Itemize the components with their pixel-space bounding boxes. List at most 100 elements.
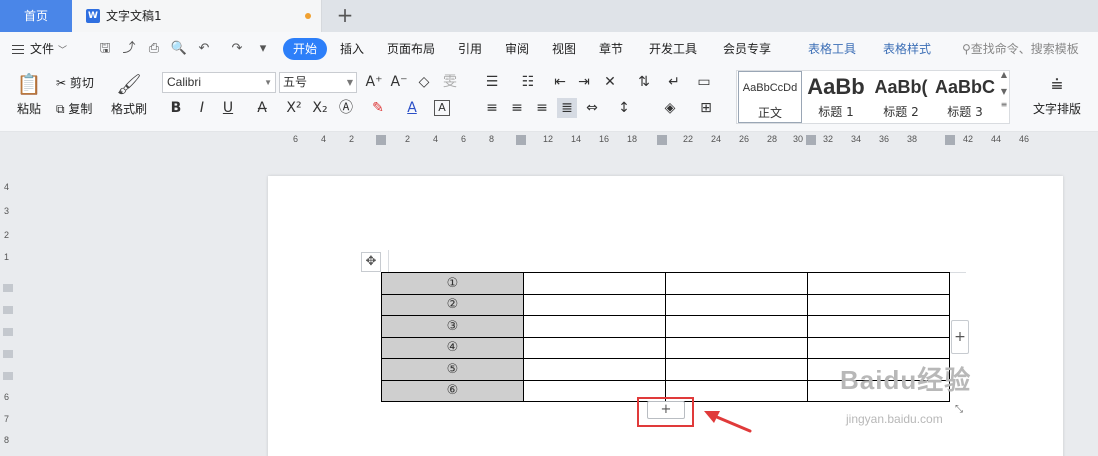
paste-button[interactable]: 📋 粘贴: [10, 72, 48, 117]
decrease-indent-icon[interactable]: ⇤: [550, 72, 570, 92]
add-column-button[interactable]: +: [951, 320, 969, 354]
justify-icon[interactable]: ≣: [557, 98, 577, 118]
ruler-row-marker[interactable]: [3, 350, 13, 358]
ruler-row-marker[interactable]: [3, 328, 13, 336]
table-cell[interactable]: [523, 293, 666, 316]
table-cell[interactable]: [807, 293, 950, 316]
ruler-column-marker[interactable]: [657, 135, 667, 145]
styles-scroll[interactable]: ▲ ▼ ≡: [998, 70, 1010, 124]
shading-icon[interactable]: ◈: [660, 98, 680, 118]
chinese-layout-icon[interactable]: ✕: [600, 72, 620, 92]
horizontal-ruler[interactable]: 6 4 2 2 4 6 8 12 14 16 18 22 24 26 28 30…: [0, 132, 1098, 148]
tab-references[interactable]: 引用: [458, 32, 482, 66]
vertical-ruler[interactable]: 4 3 2 1 6 7 8: [0, 148, 16, 456]
new-tab-button[interactable]: +: [334, 3, 356, 27]
tab-table-tools[interactable]: 表格工具: [808, 32, 856, 66]
line-spacing-icon[interactable]: ↕: [614, 98, 634, 118]
char-border-icon[interactable]: A: [434, 100, 450, 116]
ruler-row-marker[interactable]: [3, 284, 13, 292]
numbering-icon[interactable]: ☷: [518, 72, 538, 92]
style-normal[interactable]: AaBbCcDd 正文: [738, 71, 802, 123]
ruler-column-marker[interactable]: [806, 135, 816, 145]
text-effect-icon[interactable]: Ⓐ: [336, 98, 356, 118]
tab-sections[interactable]: 章节: [599, 32, 623, 66]
command-search[interactable]: ⚲查找命令、搜索模板: [962, 32, 1079, 66]
tab-table-style[interactable]: 表格样式: [883, 32, 931, 66]
ruler-column-marker[interactable]: [945, 135, 955, 145]
grow-font-icon[interactable]: A⁺: [364, 72, 384, 92]
font-color-icon[interactable]: A: [402, 98, 422, 118]
shrink-font-icon[interactable]: A⁻: [389, 72, 409, 92]
tab-review[interactable]: 审阅: [505, 32, 529, 66]
table-cell[interactable]: [807, 315, 950, 338]
ruler-margin-marker[interactable]: [376, 135, 386, 145]
style-heading-3[interactable]: AaBbC 标题 3: [933, 71, 997, 123]
redo-icon[interactable]: ↷: [228, 40, 246, 58]
chevron-down-icon[interactable]: ▼: [998, 87, 1010, 96]
table-cell[interactable]: [665, 315, 808, 338]
table-cell[interactable]: [665, 358, 808, 381]
ruler-column-marker[interactable]: [516, 135, 526, 145]
table-move-icon[interactable]: ✥: [361, 252, 381, 272]
export-icon[interactable]: ⤴: [120, 40, 138, 58]
ruler-toggle-icon[interactable]: ▭: [694, 72, 714, 92]
customize-toolbar-icon[interactable]: ▾: [254, 40, 272, 58]
font-size-select[interactable]: 五号 ▼: [279, 72, 357, 93]
copy-button[interactable]: ⧉ 复制: [56, 100, 92, 117]
ruler-row-marker[interactable]: [3, 306, 13, 314]
table-cell[interactable]: ④: [381, 336, 524, 359]
chevron-up-icon[interactable]: ▲: [998, 70, 1010, 79]
underline-icon[interactable]: U: [218, 98, 238, 118]
table-cell[interactable]: [523, 315, 666, 338]
table-cell[interactable]: [523, 272, 666, 295]
expand-styles-icon[interactable]: ≡: [998, 100, 1010, 109]
print-icon[interactable]: ⎙: [145, 40, 163, 58]
table-cell[interactable]: [665, 293, 808, 316]
table-cell[interactable]: ⑥: [381, 379, 524, 402]
table-cell[interactable]: [523, 336, 666, 359]
align-right-icon[interactable]: ≡: [532, 98, 552, 118]
add-row-button[interactable]: +: [647, 401, 685, 419]
table-cell[interactable]: ⑤: [381, 358, 524, 381]
phonetic-guide-icon[interactable]: 雯: [440, 72, 460, 92]
table-cell[interactable]: ③: [381, 315, 524, 338]
undo-icon[interactable]: ↶: [195, 40, 213, 58]
bold-icon[interactable]: B: [166, 98, 186, 118]
ruler-row-marker[interactable]: [3, 372, 13, 380]
align-center-icon[interactable]: ≡: [507, 98, 527, 118]
style-heading-2[interactable]: AaBb( 标题 2: [869, 71, 933, 123]
align-left-icon[interactable]: ≡: [482, 98, 502, 118]
sort-icon[interactable]: ⇅: [634, 72, 654, 92]
borders-icon[interactable]: ⊞: [696, 98, 716, 118]
table-cell[interactable]: [807, 272, 950, 295]
file-menu[interactable]: 文件 ﹀: [12, 32, 67, 68]
format-painter-button[interactable]: 🖌 格式刷: [108, 72, 150, 117]
tab-start[interactable]: 开始: [283, 38, 328, 60]
tab-insert[interactable]: 插入: [340, 32, 364, 66]
superscript-icon[interactable]: X²: [284, 98, 304, 118]
text-layout-button[interactable]: ⩧ 文字排版: [1026, 72, 1088, 117]
tab-view[interactable]: 视图: [552, 32, 576, 66]
table-resize-icon[interactable]: ⤡: [952, 403, 966, 417]
tab-home[interactable]: 首页: [0, 0, 72, 32]
cut-button[interactable]: ✂ 剪切: [56, 74, 94, 91]
table-cell[interactable]: ②: [381, 293, 524, 316]
highlight-icon[interactable]: ✎: [368, 98, 388, 118]
print-preview-icon[interactable]: 🔍: [170, 40, 188, 58]
font-name-select[interactable]: Calibri ▼: [162, 72, 276, 93]
increase-indent-icon[interactable]: ⇥: [574, 72, 594, 92]
tab-member[interactable]: 会员专享: [723, 32, 771, 66]
clear-format-icon[interactable]: ◇: [414, 72, 434, 92]
table-cell[interactable]: ①: [381, 272, 524, 295]
italic-icon[interactable]: I: [192, 98, 212, 118]
bullets-icon[interactable]: ☰: [482, 72, 502, 92]
save-icon[interactable]: 🖫: [96, 40, 114, 58]
subscript-icon[interactable]: X₂: [310, 98, 330, 118]
table-cell[interactable]: [665, 272, 808, 295]
table-cell[interactable]: [807, 336, 950, 359]
table-cell[interactable]: [665, 336, 808, 359]
distribute-icon[interactable]: ⇔: [582, 98, 602, 118]
tab-document[interactable]: W 文字文稿1: [72, 0, 322, 32]
tab-developer[interactable]: 开发工具: [649, 32, 697, 66]
tab-page-layout[interactable]: 页面布局: [387, 32, 435, 66]
